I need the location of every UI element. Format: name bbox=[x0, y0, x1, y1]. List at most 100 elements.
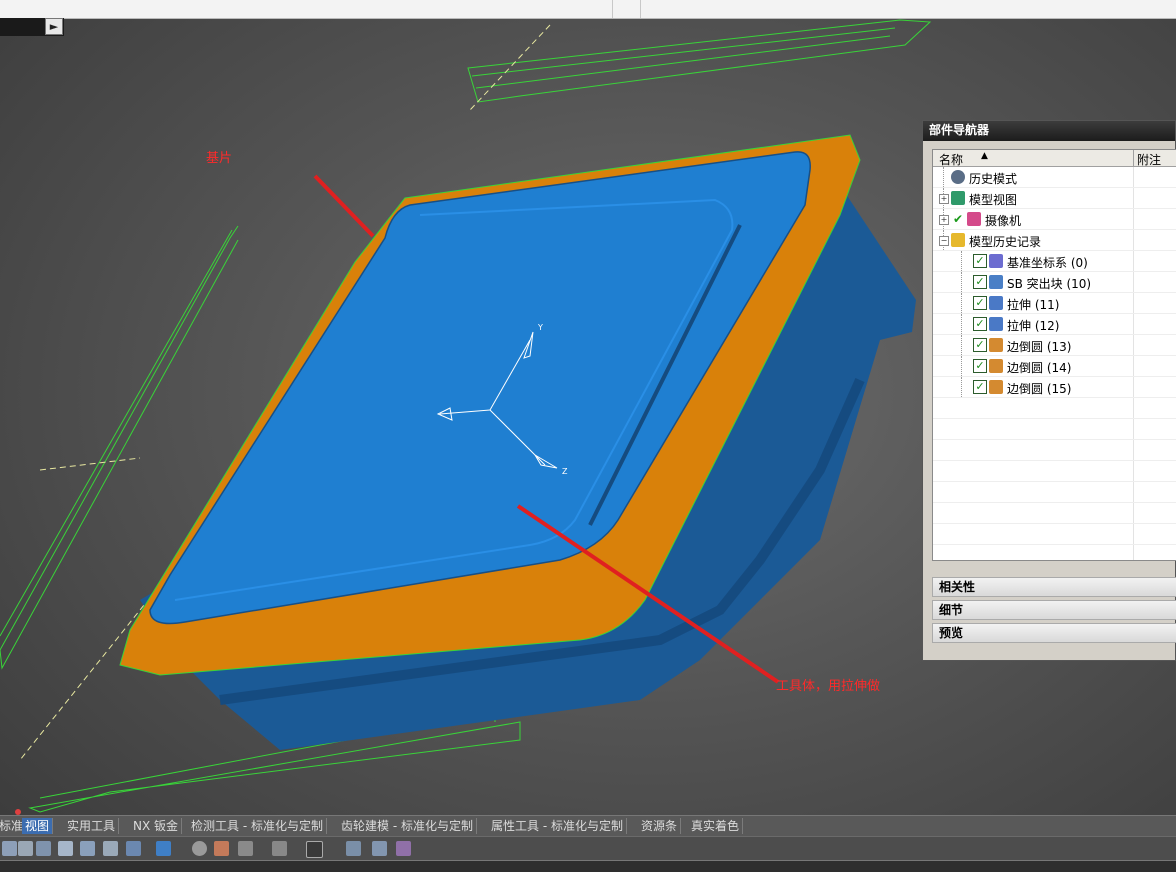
visibility-checkbox[interactable]: ✓ bbox=[973, 359, 987, 373]
tree-row[interactable]: 历史模式 bbox=[933, 167, 1176, 188]
tree-row[interactable]: ✓ SB 突出块 (10) bbox=[933, 272, 1176, 293]
ribbon-tab[interactable]: 检测工具 - 标准化与定制 bbox=[188, 818, 327, 834]
navigator-rows: 历史模式 + 模型视图 + ✔ 摄像机 − 模型历史记录 ✓ 基准坐标系 (0) ✓ SB 突出块 (… bbox=[933, 167, 1176, 560]
section-dependencies[interactable]: 相关性 bbox=[932, 577, 1176, 597]
ribbon-tab[interactable]: 资源条 bbox=[638, 818, 682, 834]
empty-row bbox=[933, 503, 1176, 524]
tree-line bbox=[943, 167, 945, 187]
empty-row bbox=[933, 524, 1176, 545]
tree-row[interactable]: + 模型视图 bbox=[933, 188, 1176, 209]
empty-row bbox=[933, 461, 1176, 482]
visual-icon[interactable] bbox=[396, 841, 411, 856]
ribbon-tab[interactable]: 视图 bbox=[22, 818, 54, 834]
orient-view-icon[interactable] bbox=[126, 841, 141, 856]
expand-toggle-icon[interactable]: − bbox=[939, 236, 949, 246]
tree-item-label: 摄像机 bbox=[985, 214, 1022, 228]
ribbon-tab[interactable]: 属性工具 - 标准化与定制 bbox=[488, 818, 627, 834]
folder-open-icon bbox=[951, 233, 965, 247]
datum-csys-icon bbox=[989, 254, 1003, 268]
sort-ascending-icon: ▲ bbox=[981, 151, 988, 161]
visibility-checkbox[interactable]: ✓ bbox=[973, 317, 987, 331]
visibility-checkbox[interactable]: ✓ bbox=[973, 254, 987, 268]
zoom-icon[interactable] bbox=[18, 841, 33, 856]
extrude-icon bbox=[989, 317, 1003, 331]
ribbon-tab[interactable]: 齿轮建模 - 标准化与定制 bbox=[338, 818, 477, 834]
tree-row[interactable]: ✓ 拉伸 (12) bbox=[933, 314, 1176, 335]
clock-icon bbox=[951, 170, 965, 184]
ribbon-tab[interactable]: 真实着色 bbox=[688, 818, 744, 834]
tab-feature-icon bbox=[989, 275, 1003, 289]
column-note-header[interactable]: 附注 bbox=[1137, 151, 1161, 168]
annotation-tool-body: 工具体，用拉伸做 bbox=[776, 679, 881, 694]
annotation-base-sheet: 基片 bbox=[206, 151, 233, 166]
tree-item-label: 边倒圆 (13) bbox=[1007, 340, 1072, 354]
empty-row bbox=[933, 398, 1176, 419]
extrude-icon bbox=[989, 296, 1003, 310]
tree-line bbox=[961, 335, 963, 355]
visibility-checkbox[interactable]: ✓ bbox=[973, 380, 987, 394]
part-navigator-panel: 部件导航器 名称 ▲ 附注 历史模式 + 模型视图 + ✔ 摄像机 − 模型历史记录 ✓ 基准坐标… bbox=[922, 120, 1176, 661]
section-details[interactable]: 细节 bbox=[932, 600, 1176, 620]
camera-icon bbox=[967, 212, 981, 226]
expand-toggle-icon[interactable]: + bbox=[939, 215, 949, 225]
tree-item-label: 历史模式 bbox=[969, 172, 1018, 186]
tree-line bbox=[961, 272, 963, 292]
visibility-checkbox[interactable]: ✓ bbox=[973, 275, 987, 289]
empty-row bbox=[933, 419, 1176, 440]
edge-blend-icon bbox=[989, 380, 1003, 394]
tree-item-label: 边倒圆 (14) bbox=[1007, 361, 1072, 375]
section-preview[interactable]: 预览 bbox=[932, 623, 1176, 643]
shading-icon[interactable] bbox=[306, 841, 323, 858]
section-view-icon[interactable] bbox=[214, 841, 229, 856]
tree-item-label: 拉伸 (11) bbox=[1007, 298, 1060, 312]
tree-line bbox=[961, 251, 963, 271]
ribbon-tabs: 标准 视图 实用工具 NX 钣金 检测工具 - 标准化与定制 齿轮建模 - 标准化与定制属… bbox=[0, 815, 1176, 836]
pan-icon[interactable] bbox=[36, 841, 51, 856]
view-toolbar bbox=[0, 836, 1176, 861]
empty-row bbox=[933, 482, 1176, 503]
tree-row[interactable]: ✓ 边倒圆 (13) bbox=[933, 335, 1176, 356]
visibility-checkbox[interactable]: ✓ bbox=[973, 338, 987, 352]
tree-row[interactable]: − 模型历史记录 bbox=[933, 230, 1176, 251]
tree-row[interactable]: ✓ 边倒圆 (15) bbox=[933, 377, 1176, 398]
tree-line bbox=[961, 314, 963, 334]
navigator-tree[interactable]: 名称 ▲ 附注 历史模式 + 模型视图 + ✔ 摄像机 − 模型历史记录 ✓ 基准坐标系 (0) ✓… bbox=[932, 149, 1176, 561]
magnify-icon[interactable] bbox=[58, 841, 73, 856]
navigator-header: 名称 ▲ 附注 bbox=[933, 150, 1176, 167]
empty-row bbox=[933, 440, 1176, 461]
status-bar bbox=[0, 860, 1176, 872]
render-style-icon[interactable] bbox=[156, 841, 171, 856]
camera-view-icon[interactable] bbox=[103, 841, 118, 856]
rotate-icon[interactable] bbox=[80, 841, 95, 856]
model-views-icon bbox=[951, 191, 965, 205]
navigator-title: 部件导航器 bbox=[923, 121, 1175, 141]
tree-row[interactable]: ✓ 边倒圆 (14) bbox=[933, 356, 1176, 377]
background-icon[interactable] bbox=[272, 841, 287, 856]
tree-row[interactable]: ✓ 拉伸 (11) bbox=[933, 293, 1176, 314]
ribbon-tab[interactable]: 实用工具 bbox=[64, 818, 120, 834]
tree-item-label: 拉伸 (12) bbox=[1007, 319, 1060, 333]
empty-row bbox=[933, 545, 1176, 560]
expand-toggle-icon[interactable]: + bbox=[939, 194, 949, 204]
ribbon-tab[interactable]: NX 钣金 bbox=[130, 818, 183, 834]
annotation-arrow-base bbox=[313, 174, 375, 238]
column-name-header[interactable]: 名称 bbox=[939, 151, 963, 168]
tree-row[interactable]: ✓ 基准坐标系 (0) bbox=[933, 251, 1176, 272]
axis-label-z: Z bbox=[562, 467, 568, 476]
tree-item-label: 模型历史记录 bbox=[969, 235, 1042, 249]
tree-line bbox=[961, 377, 963, 397]
wireframe-sheet-top bbox=[467, 19, 932, 103]
layer-icon[interactable] bbox=[346, 841, 361, 856]
visibility-checkbox[interactable]: ✓ bbox=[973, 296, 987, 310]
axis-label-y: Y bbox=[537, 323, 543, 332]
show-hide-icon[interactable] bbox=[372, 841, 387, 856]
edge-display-icon[interactable] bbox=[192, 841, 207, 856]
tree-item-label: 模型视图 bbox=[969, 193, 1018, 207]
edge-blend-icon bbox=[989, 359, 1003, 373]
hidden-edges-icon[interactable] bbox=[238, 841, 253, 856]
tree-row[interactable]: + ✔ 摄像机 bbox=[933, 209, 1176, 230]
tree-line bbox=[961, 293, 963, 313]
fit-view-icon[interactable] bbox=[2, 841, 17, 856]
tree-item-label: SB 突出块 (10) bbox=[1007, 277, 1092, 291]
tree-item-label: 基准坐标系 (0) bbox=[1007, 256, 1088, 270]
